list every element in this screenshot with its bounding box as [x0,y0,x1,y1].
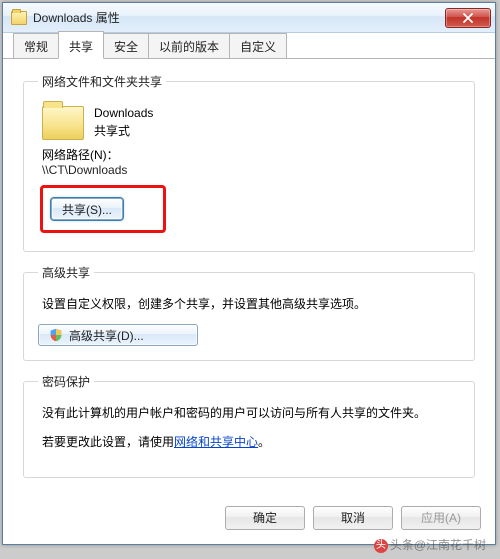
folder-icon [11,11,27,25]
window-title: Downloads 属性 [33,9,445,26]
cancel-button[interactable]: 取消 [313,506,393,530]
group-network-share-legend: 网络文件和文件夹共享 [38,73,166,90]
group-advanced-share-legend: 高级共享 [38,264,94,281]
password-desc-1: 没有此计算机的用户帐户和密码的用户可以访问与所有人共享的文件夹。 [42,404,456,423]
close-button[interactable] [445,8,491,28]
dialog-button-bar: 确定 取消 应用(A) [3,498,495,544]
properties-dialog: Downloads 属性 常规 共享 安全 以前的版本 自定义 网络文件和文件夹… [2,2,496,545]
network-sharing-center-link[interactable]: 网络和共享中心 [174,435,258,449]
tab-security[interactable]: 安全 [103,33,149,58]
tab-customize[interactable]: 自定义 [229,33,287,58]
ok-button[interactable]: 确定 [225,506,305,530]
group-password-protect-legend: 密码保护 [38,373,94,390]
advanced-share-desc: 设置自定义权限，创建多个共享，并设置其他高级共享选项。 [42,295,456,314]
group-password-protect: 密码保护 没有此计算机的用户帐户和密码的用户可以访问与所有人共享的文件夹。 若要… [23,373,475,477]
advanced-share-button-label: 高级共享(D)... [69,327,144,344]
group-network-share: 网络文件和文件夹共享 Downloads 共享式 网络路径(N)： \\CT\D… [23,73,475,252]
folder-icon [42,106,84,140]
close-icon [462,13,474,23]
group-advanced-share: 高级共享 设置自定义权限，创建多个共享，并设置其他高级共享选项。 高级共享(D)… [23,264,475,361]
tab-general[interactable]: 常规 [13,33,59,58]
shield-icon [49,328,63,342]
share-button[interactable]: 共享(S)... [51,198,123,220]
network-path-value: \\CT\Downloads [42,163,460,177]
tab-previous-versions[interactable]: 以前的版本 [148,33,230,58]
tab-strip: 常规 共享 安全 以前的版本 自定义 [3,33,495,59]
advanced-share-button[interactable]: 高级共享(D)... [38,324,198,346]
network-path-label: 网络路径(N)： [42,146,460,163]
apply-button[interactable]: 应用(A) [401,506,481,530]
titlebar: Downloads 属性 [3,3,495,33]
share-state: 共享式 [94,122,153,140]
tab-share[interactable]: 共享 [58,31,104,59]
folder-name: Downloads [94,104,153,122]
highlight-annotation: 共享(S)... [40,185,166,233]
tab-content: 网络文件和文件夹共享 Downloads 共享式 网络路径(N)： \\CT\D… [3,59,495,498]
password-desc-2: 若要更改此设置，请使用网络和共享中心。 [42,433,456,452]
